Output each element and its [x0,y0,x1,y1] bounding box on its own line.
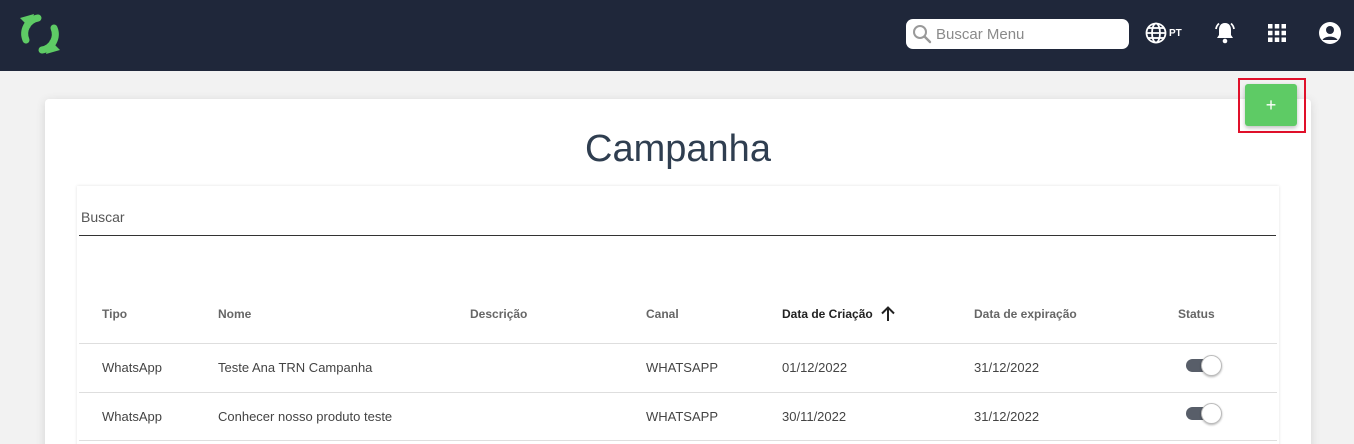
menu-search-box[interactable] [906,19,1129,49]
status-toggle-knob [1201,403,1222,424]
cell-canal: WHATSAPP [646,409,718,424]
cell-data-expiracao: 31/12/2022 [974,360,1040,375]
account-icon[interactable] [1318,21,1342,45]
cell-nome: Teste Ana TRN Campanha [218,360,373,375]
column-header-tipo[interactable]: Tipo [102,307,127,321]
language-label[interactable]: PT [1169,28,1182,39]
status-toggle[interactable] [1186,354,1222,376]
search-icon [913,25,932,44]
cell-data-expiracao: 31/12/2022 [974,409,1040,424]
menu-search-input[interactable] [936,22,1124,46]
globe-icon[interactable] [1145,22,1167,44]
column-header-status[interactable]: Status [1178,307,1215,321]
status-toggle-knob [1201,355,1222,376]
cell-tipo: WhatsApp [102,409,162,424]
cell-data-criacao: 01/12/2022 [782,360,848,375]
cell-tipo: WhatsApp [102,360,162,375]
app-logo-icon[interactable] [16,10,64,58]
column-header-data-expiracao[interactable]: Data de expiração [974,307,1077,321]
bell-icon[interactable] [1212,20,1238,46]
column-header-canal[interactable]: Canal [646,307,679,321]
sort-ascending-icon[interactable] [879,305,897,323]
apps-grid-icon[interactable] [1267,23,1287,43]
cell-data-criacao: 30/11/2022 [782,409,847,424]
top-navigation-bar: PT [0,0,1354,71]
header-divider [79,343,1277,344]
column-header-nome[interactable]: Nome [218,307,251,321]
column-header-data-criacao[interactable]: Data de Criação [782,307,873,321]
page-title: Campanha [585,128,771,170]
add-campaign-button[interactable]: + [1245,84,1297,126]
filter-input[interactable] [79,200,1276,236]
row-divider [79,392,1277,393]
status-toggle[interactable] [1186,402,1222,424]
row-divider [79,440,1277,441]
cell-nome: Conhecer nosso produto teste [218,409,393,424]
cell-canal: WHATSAPP [646,360,718,375]
column-header-descricao[interactable]: Descrição [470,307,527,321]
